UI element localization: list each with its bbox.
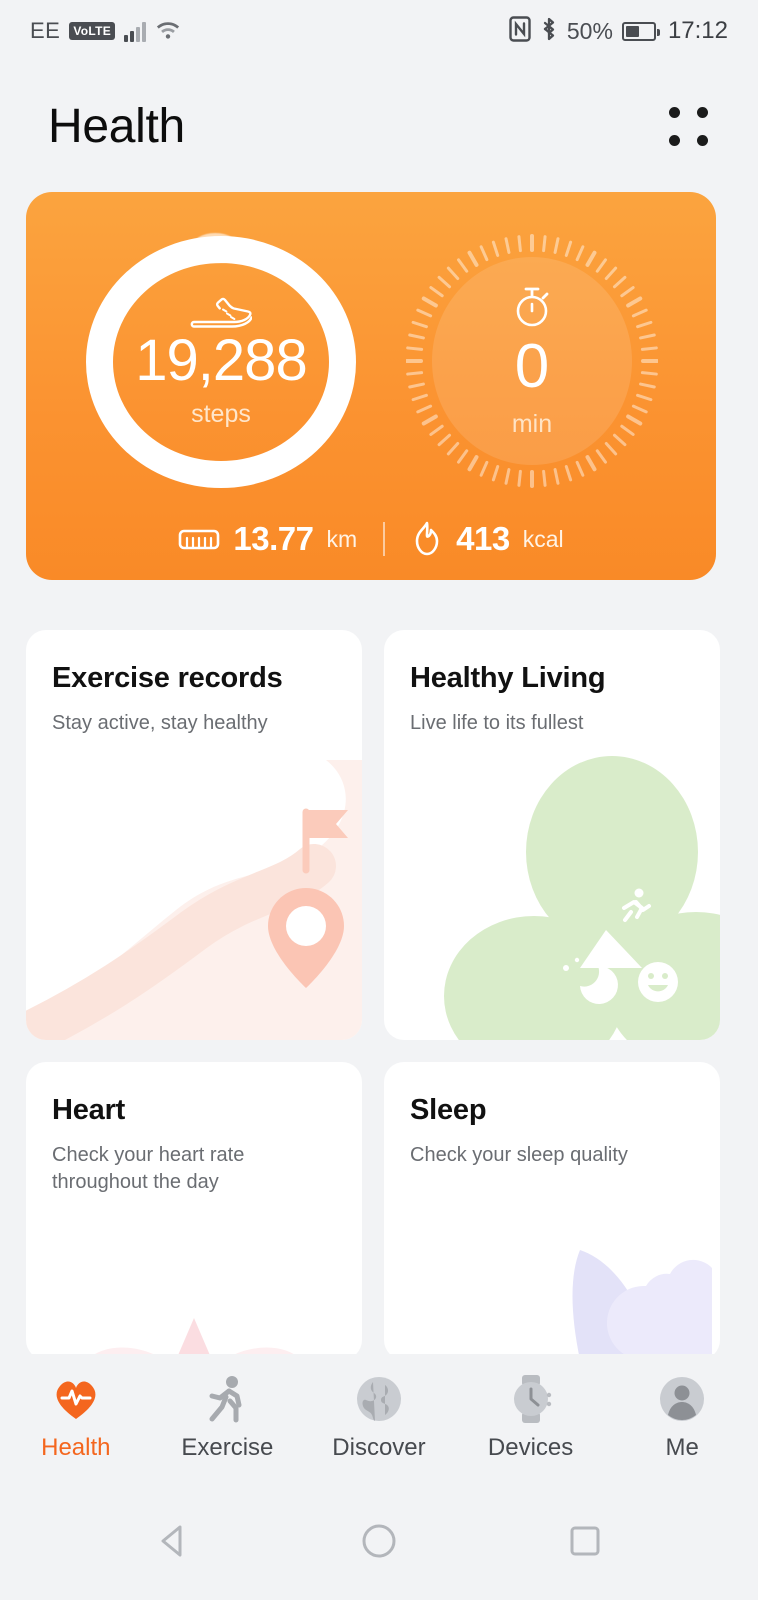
home-circle-icon[interactable] [356, 1518, 402, 1564]
nfc-icon [509, 15, 531, 47]
nav-item-devices[interactable]: Devices [455, 1374, 607, 1462]
card-subtitle: Stay active, stay healthy [52, 712, 268, 734]
wifi-icon [155, 18, 181, 45]
bluetooth-icon [540, 16, 558, 47]
bottom-navigation-bar: Health Exercise Discover Devices Me [0, 1354, 758, 1482]
watch-icon [506, 1374, 556, 1424]
status-bar-left: EE VoLTE [30, 18, 181, 45]
calories-stat: 413 kcal [411, 520, 564, 558]
back-triangle-icon[interactable] [150, 1518, 196, 1564]
feature-card-row: Heart Check your heart rate throughout t… [26, 1062, 732, 1360]
steps-ring-progress-cap [191, 233, 240, 263]
steps-value: 19,288 [135, 327, 307, 393]
signal-bars-icon [124, 20, 147, 42]
battery-icon [621, 21, 660, 41]
status-bar-right: 50% 17:12 [509, 15, 728, 47]
nav-item-exercise[interactable]: Exercise [152, 1374, 304, 1462]
card-subtitle: Live life to its fullest [410, 712, 584, 734]
card-sleep[interactable]: Sleep Check your sleep quality [384, 1062, 720, 1360]
app-header: Health [0, 62, 758, 190]
card-subtitle: Check your heart rate throughout the day [52, 1144, 245, 1193]
steps-unit-label: steps [191, 399, 251, 428]
heart-pulse-icon [51, 1374, 101, 1424]
steps-ring[interactable]: 19,288 steps [86, 233, 356, 488]
nav-item-health[interactable]: Health [0, 1374, 152, 1462]
duration-dial-content: 0 min [406, 230, 658, 492]
status-bar: EE VoLTE 50% 17:12 [0, 0, 758, 62]
globe-icon [354, 1374, 404, 1424]
shoe-icon [190, 297, 252, 328]
card-heart[interactable]: Heart Check your heart rate throughout t… [26, 1062, 362, 1360]
battery-percent-label: 50% [566, 17, 613, 44]
page-title: Health [48, 99, 185, 153]
duration-dial[interactable]: 0 min [406, 230, 658, 492]
steps-ring-content: 19,288 steps [113, 263, 329, 461]
feature-card-row: Exercise records Stay active, stay healt… [26, 630, 732, 1040]
nav-item-me[interactable]: Me [606, 1374, 758, 1462]
flame-icon [415, 521, 439, 556]
card-title: Healthy Living [410, 662, 606, 694]
summary-secondary-stats: 13.77 km 413 kcal [26, 520, 716, 558]
nav-label: Devices [487, 1434, 574, 1461]
card-exercise-records[interactable]: Exercise records Stay active, stay healt… [26, 630, 362, 1040]
distance-value: 13.77 [233, 520, 314, 557]
grid-dots-icon[interactable] [669, 106, 708, 146]
nav-item-discover[interactable]: Discover [303, 1374, 455, 1462]
card-title: Heart [52, 1094, 126, 1126]
feature-card-grid: Exercise records Stay active, stay healt… [26, 630, 732, 1382]
nav-label: Me [665, 1434, 699, 1461]
ruler-icon [179, 529, 220, 550]
carrier-label: EE [30, 18, 61, 43]
recents-square-icon[interactable] [562, 1518, 608, 1564]
smiley-leaf-icon [638, 962, 678, 1002]
daily-summary-card[interactable]: 19,288 steps 0 min 13.77 km 413 kcal [26, 192, 716, 580]
stopwatch-icon [516, 287, 549, 326]
moon-leaf-icon [563, 957, 618, 1004]
volte-badge: VoLTE [69, 22, 116, 40]
system-navigation-bar [0, 1482, 758, 1600]
card-healthy-living[interactable]: Healthy Living Live life to its fullest [384, 630, 720, 1040]
stat-divider [383, 522, 386, 556]
running-person-icon [202, 1374, 252, 1424]
nav-label: Discover [332, 1434, 426, 1461]
duration-value: 0 [514, 331, 550, 401]
card-subtitle: Check your sleep quality [410, 1144, 628, 1166]
duration-unit-label: min [511, 409, 553, 438]
calories-value: 413 [456, 520, 510, 557]
distance-unit-label: km [326, 525, 358, 552]
calories-unit-label: kcal [522, 525, 564, 552]
card-title: Sleep [410, 1094, 487, 1126]
nav-label: Health [41, 1434, 111, 1461]
distance-stat: 13.77 km [178, 520, 357, 558]
card-title: Exercise records [52, 662, 283, 694]
nav-label: Exercise [181, 1434, 274, 1461]
phone-screen: EE VoLTE 50% 17:12 Health 19,288 steps 0… [0, 0, 758, 1600]
person-avatar-icon [657, 1374, 707, 1424]
summary-rings: 19,288 steps 0 min [26, 212, 716, 492]
clock-label: 17:12 [667, 17, 728, 44]
